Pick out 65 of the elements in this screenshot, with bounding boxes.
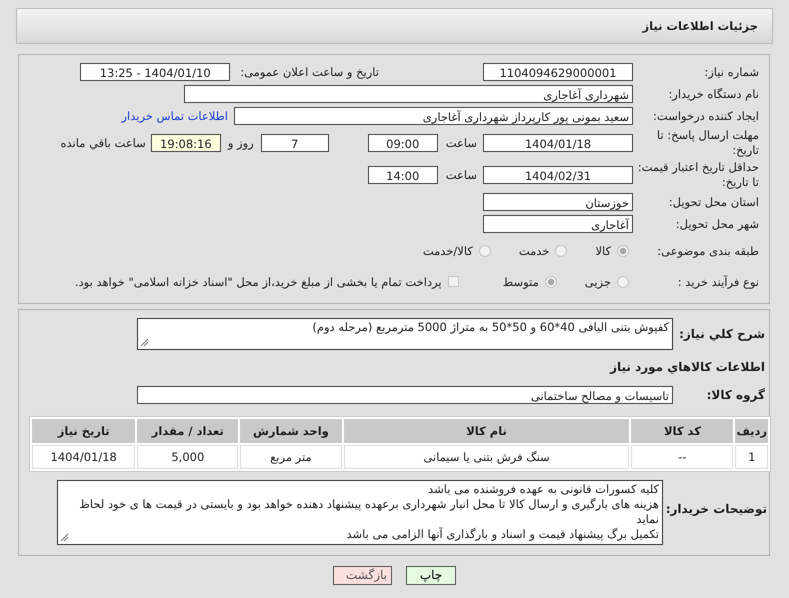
buyer-field: شهرداری آغاجاری (184, 85, 633, 103)
validity-time-field: 14:00 (368, 166, 438, 184)
table-cell: 1404/01/18 (32, 445, 136, 469)
page-title: جزئیات اطلاعات نیاز (642, 19, 759, 33)
buyer-contact-link[interactable]: اطلاعات تماس خریدار (121, 109, 228, 123)
requester-field: سعید بمونی پور کارپرداز شهرداری آغاجاری (234, 107, 633, 125)
field-label: حداقل تاریخ اعتبار قیمت: تا تاریخ: (636, 160, 760, 190)
field-label: طبقه بندی موضوعی: (656, 244, 760, 258)
field-label: نام دستگاه خریدار: (667, 87, 760, 101)
field-label: استان محل تحویل: (668, 195, 760, 209)
field-label: تاریخ و ساعت اعلان عمومی: (240, 65, 379, 79)
field-label: توضیحات خریدار: (664, 502, 768, 516)
radio-label: کالا (595, 244, 611, 258)
days-field: 7 (260, 134, 329, 152)
table-cell: 1 (735, 445, 768, 469)
radio-label: خدمت (518, 244, 550, 258)
radio-button[interactable] (555, 244, 568, 256)
days-label: روز و (228, 136, 254, 150)
table-cell: -- (631, 445, 734, 469)
back-button[interactable]: بازگشت (333, 566, 392, 585)
column-header: کد کالا (631, 419, 734, 443)
checkbox-label: پرداخت تمام یا بخشی از مبلغ خرید،از محل "اسناد خزانه اسلامی" خواهد بود. (74, 274, 442, 288)
field-label: شماره نیاز: (703, 65, 760, 79)
description-field: کفپوش بتنی الیافی 40*60 و 50*50 به متراژ 5000 مترمربع (مرحله دوم) (137, 318, 673, 350)
announce-date-field: 1404/01/10 - 13:25 (80, 63, 230, 81)
print-button[interactable]: چاپ (406, 566, 456, 585)
note-line: هزینه های بارگیری و ارسال کالا تا محل انبار شهرداری برعهده پیشنهاد دهنده خواهد بود و بایستی در قیمت ها ی خود لحاظ نماید (78, 497, 659, 527)
remaining-label: ساعت باقي مانده (60, 136, 146, 150)
city-field: آغاجاری (483, 215, 633, 233)
resize-grip-icon[interactable] (60, 533, 69, 542)
field-label: ایجاد کننده درخواست: (652, 109, 760, 123)
time-label: ساعت (446, 136, 477, 150)
checkbox[interactable] (448, 276, 459, 287)
validity-date-field: 1404/02/31 (483, 166, 633, 184)
field-label: مهلت ارسال پاسخ: تا تاریخ: (656, 128, 760, 158)
note-line: تکمیل برگ پیشنهاد قیمت و اسناد و بارگذاری آنها الزامی می باشد (345, 527, 659, 542)
field-label: نوع فرآیند خرید : (676, 274, 760, 288)
table-cell: سنگ فرش بتنی یا سیمانی (344, 445, 630, 469)
need-number-field: 1104094629000001 (483, 63, 633, 81)
radio-button[interactable] (478, 244, 491, 256)
radio-button[interactable] (617, 244, 629, 256)
field-label: شهر محل تحویل: (674, 217, 760, 231)
field-label: شرح کلي نياز: (678, 327, 766, 341)
radio-label: کالا/خدمت (422, 244, 473, 258)
province-field: خوزستان (483, 193, 633, 211)
section-title: اطلاعات كالاهاي مورد نياز (608, 360, 766, 374)
table-cell: متر مربع (240, 445, 342, 469)
deadline-time-field: 09:00 (368, 134, 438, 152)
radio-label: متوسط (502, 274, 539, 288)
column-header: تاریخ نیاز (32, 419, 136, 443)
column-header: نام کالا (344, 419, 630, 443)
table-cell: 5,000 (137, 445, 238, 469)
column-header: واحد شمارش (240, 419, 342, 443)
deadline-date-field: 1404/01/18 (483, 134, 633, 152)
radio-button[interactable] (617, 276, 629, 288)
column-header: تعداد / مقدار (137, 419, 238, 443)
resize-grip-icon[interactable] (140, 338, 149, 347)
radio-button[interactable] (544, 276, 557, 288)
note-line: کلیه کسورات قانونی به عهده فروشنده می باشد (427, 482, 659, 497)
remaining-time-field: 19:08:16 (150, 134, 221, 152)
time-label: ساعت (446, 168, 477, 182)
radio-label: جزیی (584, 274, 611, 288)
field-label: گروه كالا: (706, 388, 766, 402)
goods-group-field: تاسیسات و مصالح ساختمانی (137, 386, 673, 404)
column-header: ردیف (735, 419, 768, 443)
